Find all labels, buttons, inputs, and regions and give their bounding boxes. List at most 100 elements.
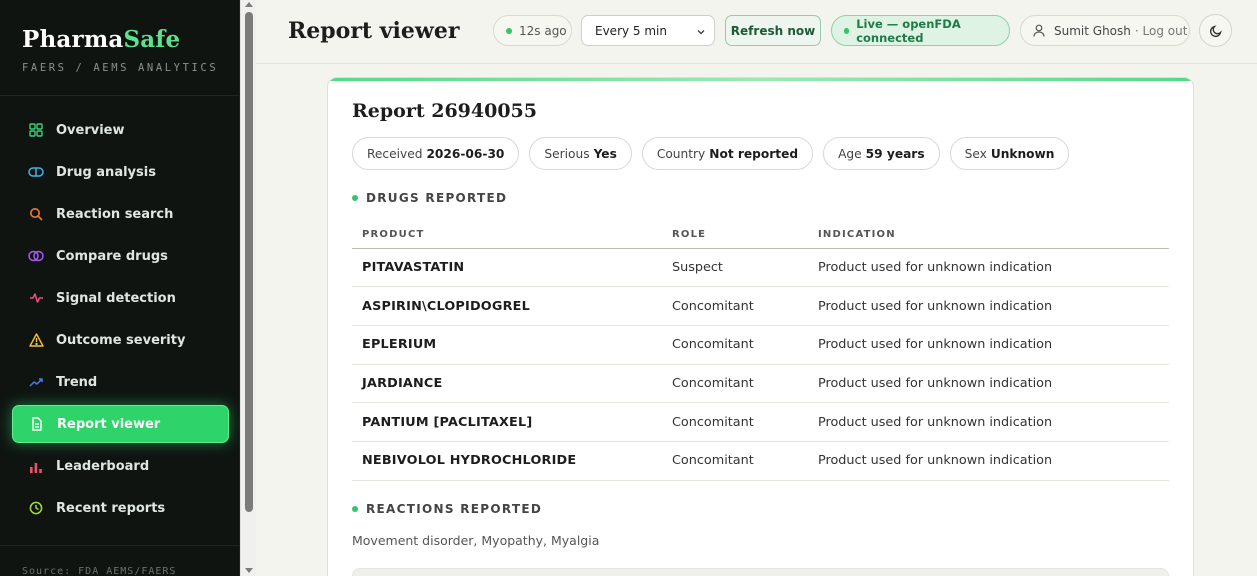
brand-logo: PharmaSafe FAERS / AEMS ANALYTICS — [22, 26, 218, 74]
source-note: Source: FDA AEMS/FAERS — [22, 566, 177, 576]
divider — [0, 545, 239, 546]
sidebar-item-drug-analysis[interactable]: Drug analysis — [12, 153, 229, 191]
pill-icon — [28, 164, 44, 180]
grid-icon — [28, 122, 44, 138]
user-name: Sumit Ghosh — [1054, 23, 1131, 38]
top-header: Report viewer 12s ago Every 5 min Refres… — [256, 0, 1257, 64]
section-dot — [352, 195, 358, 201]
sidebar-item-label: Drug analysis — [56, 164, 156, 180]
drug-product: NEBIVOLOL HYDROCHLORIDE — [352, 441, 662, 481]
drug-role: Concomitant — [662, 286, 808, 326]
drugs-table: PRODUCT ROLE INDICATION PITAVASTATIN Sus… — [352, 221, 1169, 481]
document-icon — [29, 416, 45, 432]
drug-product: PANTIUM [PACLITAXEL] — [352, 402, 662, 442]
sidebar: PharmaSafe FAERS / AEMS ANALYTICS Overvi… — [0, 0, 240, 576]
table-row: ASPIRIN\CLOPIDOGREL Concomitant Product … — [352, 286, 1169, 326]
table-row: JARDIANCE Concomitant Product used for u… — [352, 364, 1169, 404]
scroll-up-arrow-icon[interactable] — [245, 2, 253, 7]
drug-role: Concomitant — [662, 325, 808, 365]
drug-indication: Product used for unknown indication — [808, 441, 1169, 481]
sidebar-item-report-viewer[interactable]: Report viewer — [12, 405, 229, 443]
logout-link[interactable]: · Log out — [1135, 24, 1188, 38]
scroll-down-arrow-icon[interactable] — [245, 568, 253, 573]
status-dot — [506, 27, 512, 34]
sidebar-item-signal-detection[interactable]: Signal detection — [12, 279, 229, 317]
column-header-role: ROLE — [662, 221, 808, 249]
app-root: PharmaSafe FAERS / AEMS ANALYTICS Overvi… — [0, 0, 1257, 576]
card-accent-bar — [328, 78, 1193, 81]
sidebar-item-label: Overview — [56, 122, 125, 138]
drug-indication: Product used for unknown indication — [808, 402, 1169, 442]
theme-toggle-button[interactable] — [1199, 14, 1232, 47]
meta-serious: Serious Yes — [529, 137, 632, 170]
brand-subtitle: FAERS / AEMS ANALYTICS — [22, 62, 219, 74]
sidebar-item-label: Signal detection — [56, 290, 176, 306]
trend-icon — [28, 374, 44, 390]
compare-icon — [28, 248, 44, 264]
sidebar-item-reaction-search[interactable]: Reaction search — [12, 195, 229, 233]
drug-indication: Product used for unknown indication — [808, 248, 1169, 288]
drug-role: Concomitant — [662, 441, 808, 481]
sidebar-item-outcome-severity[interactable]: Outcome severity — [12, 321, 229, 359]
user-menu[interactable]: Sumit Ghosh · Log out — [1020, 15, 1190, 46]
table-row: NEBIVOLOL HYDROCHLORIDE Concomitant Prod… — [352, 441, 1169, 481]
warning-icon — [28, 332, 44, 348]
drug-product: JARDIANCE — [352, 364, 662, 404]
column-header-indication: INDICATION — [808, 221, 1169, 249]
reactions-section-heading: REACTIONS REPORTED — [352, 502, 542, 516]
refresh-now-button[interactable]: Refresh now — [725, 15, 821, 46]
meta-age: Age 59 years — [823, 137, 940, 170]
live-status-badge: Live — openFDA connected — [831, 15, 1010, 46]
pulse-icon — [28, 290, 44, 306]
divider — [0, 95, 239, 96]
sidebar-item-label: Outcome severity — [56, 332, 186, 348]
scroll-thumb[interactable] — [245, 12, 253, 512]
sidebar-item-compare-drugs[interactable]: Compare drugs — [12, 237, 229, 275]
drug-indication: Product used for unknown indication — [808, 364, 1169, 404]
table-row: EPLERIUM Concomitant Product used for un… — [352, 325, 1169, 365]
reactions-list: Movement disorder, Myopathy, Myalgia — [352, 533, 600, 548]
report-card: Report 26940055 Received 2026-06-30 Serio… — [327, 77, 1194, 576]
table-row: PANTIUM [PACLITAXEL] Concomitant Product… — [352, 402, 1169, 442]
chevron-down-icon — [696, 26, 706, 40]
drug-role: Suspect — [662, 248, 808, 288]
meta-sex: Sex Unknown — [949, 137, 1070, 170]
updated-ago-badge: 12s ago — [493, 15, 572, 46]
sidebar-item-label: Leaderboard — [56, 458, 150, 474]
clock-icon — [28, 500, 44, 516]
table-row: PITAVASTATIN Suspect Product used for un… — [352, 248, 1169, 288]
meta-received: Received 2026-06-30 — [352, 137, 520, 170]
page-title: Report viewer — [288, 18, 460, 44]
sidebar-scrollbar[interactable] — [240, 0, 256, 576]
moon-icon — [1209, 24, 1223, 38]
sidebar-item-leaderboard[interactable]: Leaderboard — [12, 447, 229, 485]
sidebar-item-label: Report viewer — [57, 416, 161, 432]
drug-role: Concomitant — [662, 402, 808, 442]
report-title: Report 26940055 — [352, 100, 537, 122]
sidebar-nav: Overview Drug analysis Reaction search C… — [12, 111, 229, 531]
sidebar-item-trend[interactable]: Trend — [12, 363, 229, 401]
column-header-product: PRODUCT — [352, 221, 662, 249]
drug-product: PITAVASTATIN — [352, 248, 662, 288]
status-dot — [844, 27, 850, 34]
drug-product: EPLERIUM — [352, 325, 662, 365]
drugs-section-heading: DRUGS REPORTED — [352, 191, 507, 205]
section-dot — [352, 506, 358, 512]
sidebar-item-label: Trend — [56, 374, 98, 390]
json-panel — [352, 568, 1169, 576]
sidebar-item-label: Compare drugs — [56, 248, 168, 264]
drug-role: Concomitant — [662, 364, 808, 404]
refresh-interval-select[interactable]: Every 5 min — [581, 15, 715, 46]
sidebar-item-label: Recent reports — [56, 500, 166, 516]
meta-country: Country Not reported — [641, 137, 814, 170]
table-header-row: PRODUCT ROLE INDICATION — [352, 221, 1169, 249]
search-icon — [28, 206, 44, 222]
brand-name: PharmaSafe — [22, 26, 181, 53]
drug-indication: Product used for unknown indication — [808, 286, 1169, 326]
drug-indication: Product used for unknown indication — [808, 325, 1169, 365]
sidebar-item-label: Reaction search — [56, 206, 174, 222]
report-meta-pills: Received 2026-06-30 Serious Yes Country Not… — [352, 137, 1079, 170]
sidebar-item-overview[interactable]: Overview — [12, 111, 229, 149]
sidebar-item-recent-reports[interactable]: Recent reports — [12, 489, 229, 527]
drug-product: ASPIRIN\CLOPIDOGREL — [352, 286, 662, 326]
